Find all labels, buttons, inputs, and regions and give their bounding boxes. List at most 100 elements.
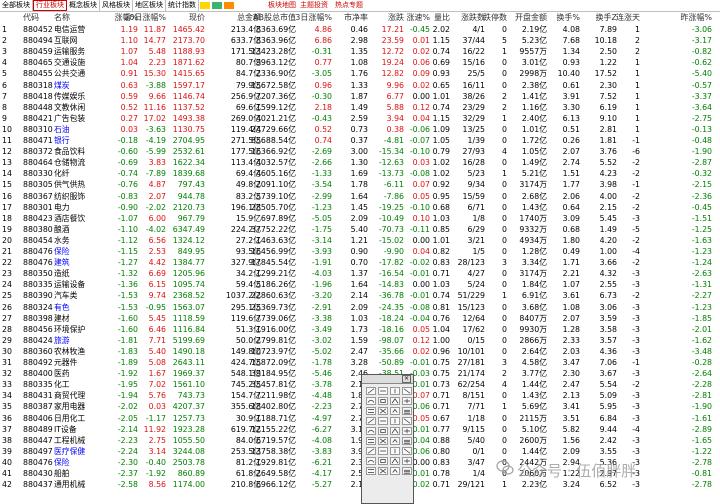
drawing-tool-icon[interactable]	[390, 457, 400, 465]
drawing-tool-icon[interactable]	[402, 407, 412, 415]
tab-2[interactable]: 概念板块	[67, 0, 100, 11]
table-row[interactable]: 10 880310 石油 0.03 -3.63 1130.75 119.4亿 24729.66…	[0, 124, 720, 135]
column-header[interactable]: 3日涨幅%	[295, 12, 332, 23]
drawing-tool-icon[interactable]	[390, 437, 400, 445]
table-row[interactable]: 36 880406 日用化工 -2.05 -1.17 1257.73 30.9亿 1188.7…	[0, 413, 720, 424]
table-row[interactable]: 34 880431 商贸代理 -1.94 5.76 743.73 154.7亿 7211.98…	[0, 390, 720, 401]
drawing-tool-icon[interactable]	[378, 397, 388, 405]
drawing-tool-icon[interactable]	[390, 467, 400, 475]
table-row[interactable]: 31 880492 元器件 -1.89 5.08 2643.11 424.7亿 15872.0…	[0, 357, 720, 368]
table-row[interactable]: 35 880387 家用电器 -2.02 0.03 4207.37 355.6亿 18402.…	[0, 401, 720, 412]
column-header[interactable]: 名称	[54, 12, 70, 23]
table-row[interactable]: 14 880330 化纤 -0.74 -7.89 1839.68 69.4亿 4605.16亿…	[0, 168, 720, 179]
table-row[interactable]: 38 880447 工程机械 -2.23 2.75 1055.50 84.0亿 6719.57…	[0, 435, 720, 446]
column-header[interactable]: 昨涨幅%	[680, 12, 712, 23]
table-row[interactable]: 18 880423 酒店餐饮 -1.07 6.00 967.79 15.9亿 697.89亿 -…	[0, 213, 720, 224]
drawing-tool-icon[interactable]	[390, 407, 400, 415]
table-row[interactable]: 27 880398 建材 -1.60 5.45 1118.59 119.6亿 7739.06亿…	[0, 313, 720, 324]
drawing-tool-icon[interactable]	[402, 427, 412, 435]
table-row[interactable]: 33 880335 化工 -1.95 7.02 1561.10 745.2亿 35457.81…	[0, 379, 720, 390]
drawing-tool-icon[interactable]	[378, 387, 388, 395]
drawing-tool-icon[interactable]	[378, 437, 388, 445]
column-header[interactable]: 市净率	[344, 12, 368, 23]
tab-5[interactable]: 统计指数	[166, 0, 199, 11]
table-row[interactable]: 21 880476 保险 -1.15 2.53 849.95 93.5亿 16456.99亿 -…	[0, 246, 720, 257]
heatmap-swatch[interactable]	[212, 2, 222, 9]
drawing-tool-icon[interactable]	[378, 417, 388, 425]
table-row[interactable]: 2 880494 互联网 1.10 14.77 2173.70 633.7亿 8363.96亿…	[0, 35, 720, 46]
table-row[interactable]: 4 880465 交通设施 1.04 2.23 1871.62 80.7亿 9963.12亿 0…	[0, 57, 720, 68]
table-row[interactable]: 20 880454 水务 -1.12 6.56 1324.12 27.2亿 1463.63亿 -…	[0, 235, 720, 246]
column-header[interactable]: 开盘金额	[515, 12, 547, 23]
drawing-tool-icon[interactable]	[366, 467, 376, 475]
table-row[interactable]: 37 880489 IT设备 -2.14 11.92 1923.28 619.7亿 12155…	[0, 424, 720, 435]
table-row[interactable]: 25 880390 汽车类 -1.53 9.74 2368.52 1037.2亿 22860.…	[0, 290, 720, 301]
drawing-tool-icon[interactable]	[366, 457, 376, 465]
drawing-tool-icon[interactable]	[390, 447, 400, 455]
column-header[interactable]: 换手%	[556, 12, 580, 23]
column-header[interactable]: 涨跌数	[461, 12, 485, 23]
table-row[interactable]: 9 880421 广告包装 0.27 17.02 1493.38 269.0亿 4021.21…	[0, 113, 720, 124]
column-header[interactable]: 现价	[189, 12, 205, 23]
table-row[interactable]: 39 880497 医疗保健 -2.24 3.14 3244.08 253.5亿 13758.…	[0, 446, 720, 457]
table-row[interactable]: 5 880455 公共交通 0.91 15.30 1415.65 84.7亿 2336.90亿…	[0, 68, 720, 79]
drawing-tool-icon[interactable]	[402, 447, 412, 455]
table-row[interactable]: 19 880380 酿酒 -1.10 -4.02 6347.49 224.2亿 37752.2…	[0, 224, 720, 235]
tab-7[interactable]: 主题投资	[298, 0, 330, 11]
tab-1[interactable]: 行业板块	[33, 0, 67, 11]
table-row[interactable]: 6 880318 煤炭 0.63 -3.88 1597.17 79.9亿 15672.58亿 0…	[0, 80, 720, 91]
column-header[interactable]: 连涨天	[616, 12, 640, 23]
drawing-tool-icon[interactable]	[402, 467, 412, 475]
column-header[interactable]: 换手Z	[596, 12, 617, 23]
drawing-tool-icon[interactable]	[402, 457, 412, 465]
column-header[interactable]: AB股总市值	[253, 12, 296, 23]
drawing-tool-icon[interactable]	[390, 417, 400, 425]
drawing-tool-icon[interactable]	[378, 467, 388, 475]
drawing-tool-icon[interactable]	[390, 387, 400, 395]
table-row[interactable]: 11 880471 银行 -0.18 -4.19 2704.95 271.5亿 85688.5…	[0, 135, 720, 146]
column-header[interactable]: 涨速%	[406, 12, 430, 23]
heatmap-swatch[interactable]	[200, 2, 210, 9]
table-row[interactable]: 23 880350 造纸 -1.32 6.69 1205.96 34.2亿 1299.21亿 -…	[0, 268, 720, 279]
drawing-tool-icon[interactable]	[366, 447, 376, 455]
table-row[interactable]: 30 880360 农林牧渔 -1.83 5.40 1490.18 149.8亿 10723.…	[0, 346, 720, 357]
drawing-tool-icon[interactable]	[390, 397, 400, 405]
tab-8[interactable]: 热点专题	[333, 0, 365, 11]
table-row[interactable]: 12 880372 食品饮料 -0.60 -5.99 2532.61 177.5亿 16366…	[0, 146, 720, 157]
tab-4[interactable]: 地区板块	[133, 0, 166, 11]
table-row[interactable]: 8 880448 文教休闲 0.52 11.16 1137.52 69.6亿 1599.12亿…	[0, 102, 720, 113]
drawing-tool-icon[interactable]	[402, 437, 412, 445]
drawing-tool-icon[interactable]	[366, 437, 376, 445]
drawing-tool-icon[interactable]	[366, 427, 376, 435]
drawing-tool-icon[interactable]	[366, 417, 376, 425]
table-row[interactable]: 1 880452 电信运营 1.19 11.87 1465.42 213.4亿 8363.69…	[0, 24, 720, 35]
drawing-tool-icon[interactable]	[402, 387, 412, 395]
table-row[interactable]: 32 880400 医药 -1.92 1.67 1969.37 548.1亿 39184.95…	[0, 368, 720, 379]
drawing-tool-icon[interactable]	[366, 407, 376, 415]
column-header[interactable]: 量比	[434, 12, 450, 23]
table-row[interactable]: 3 880459 运输服务 1.07 5.48 1188.93 171.5亿 13423.28…	[0, 46, 720, 57]
drawing-tool-icon[interactable]	[378, 407, 388, 415]
drawing-tool-icon[interactable]	[402, 417, 412, 425]
drawing-tool-icon[interactable]	[390, 427, 400, 435]
drawing-tool-palette[interactable]: ×	[361, 374, 414, 504]
table-row[interactable]: 24 880335 运输设备 -1.36 6.15 1095.74 59.4亿 5186.26…	[0, 279, 720, 290]
table-row[interactable]: 22 880476 建筑 -1.27 4.42 1384.77 327.9亿 17845.54…	[0, 257, 720, 268]
column-header[interactable]: 涨跌	[388, 12, 404, 23]
table-row[interactable]: 7 880418 传媒娱乐 0.59 9.66 1146.74 256.9亿 7207.36亿…	[0, 91, 720, 102]
table-row[interactable]: 29 880424 旅游 -1.81 7.71 5199.69 50.0亿 2799.81亿 -…	[0, 335, 720, 346]
tab-0[interactable]: 全部板块	[0, 0, 33, 11]
table-row[interactable]: 28 880456 环境保护 -1.60 6.46 1116.84 51.3亿 1916.00…	[0, 324, 720, 335]
drawing-tool-icon[interactable]	[378, 457, 388, 465]
drawing-tool-icon[interactable]	[378, 447, 388, 455]
palette-title-bar[interactable]: ×	[362, 375, 413, 384]
heatmap-swatch[interactable]	[224, 2, 234, 9]
table-row[interactable]: 17 880301 电力 -0.90 -2.02 2120.73 196.1亿 28505.7…	[0, 202, 720, 213]
column-header[interactable]: 20日涨幅%	[124, 12, 166, 23]
column-header[interactable]: 跌停数	[483, 12, 507, 23]
drawing-tool-icon[interactable]	[366, 387, 376, 395]
tab-6[interactable]: 板块地图	[266, 0, 298, 11]
table-row[interactable]: 16 880367 纺织服饰 -0.83 2.07 944.78 83.2亿 5739.10亿…	[0, 191, 720, 202]
close-icon[interactable]: ×	[402, 375, 411, 383]
drawing-tool-icon[interactable]	[402, 397, 412, 405]
